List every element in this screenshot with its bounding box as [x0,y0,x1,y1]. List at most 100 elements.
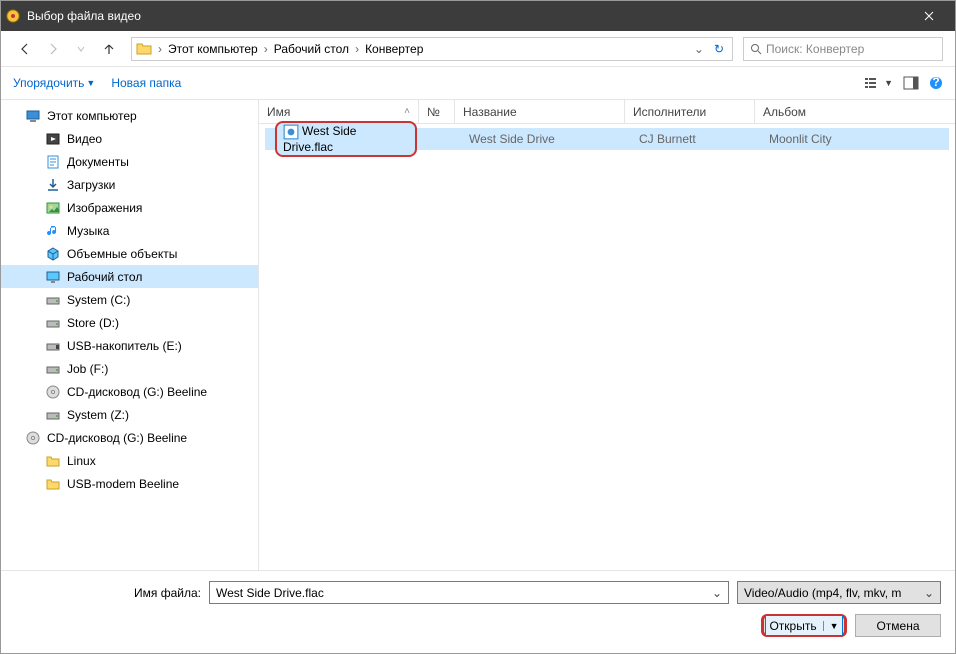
sort-icon: ˄ [404,106,410,117]
titlebar: Выбор файла видео [1,1,955,31]
tree-item-label: Store (D:) [67,316,119,330]
open-button[interactable]: Открыть▼ [761,614,847,637]
list-pane: Имя˄ № Название Исполнители Альбом West … [259,100,955,570]
tree-item[interactable]: Загрузки [1,173,258,196]
file-artist: CJ Burnett [631,132,761,146]
help-button[interactable]: ? [929,76,943,90]
tree-item[interactable]: CD-дисковод (G:) Beeline [1,380,258,403]
close-button[interactable] [906,1,951,31]
app-icon [5,8,21,24]
cd-icon [45,384,61,400]
breadcrumb-item[interactable]: Рабочий стол [270,42,353,56]
column-artist[interactable]: Исполнители [625,100,755,123]
tree-pane[interactable]: Этот компьютер Видео Документы Загрузки Изоб… [1,100,259,570]
tree-item-label: Музыка [67,224,109,238]
drive-icon [45,407,61,423]
tree-item[interactable]: Job (F:) [1,357,258,380]
tree-item[interactable]: Linux [1,449,258,472]
refresh-icon[interactable]: ↻ [710,42,728,56]
tree-item[interactable]: Объемные объекты [1,242,258,265]
tree-item-label: Linux [67,454,96,468]
tree-item[interactable]: Этот компьютер [1,104,258,127]
chevron-down-icon[interactable]: ⌄ [712,586,722,600]
music-icon [45,223,61,239]
svg-text:?: ? [932,76,939,89]
view-button[interactable]: ▼ [864,76,893,90]
cancel-button[interactable]: Отмена [855,614,941,637]
organize-button[interactable]: Упорядочить ▼ [13,76,95,90]
3d-icon [45,246,61,262]
breadcrumb-item[interactable]: Этот компьютер [164,42,262,56]
chevron-right-icon: › [262,42,270,56]
recent-button[interactable] [69,37,93,61]
tree-item[interactable]: Документы [1,150,258,173]
video-icon [45,131,61,147]
filename-label: Имя файла: [15,586,201,600]
drive-icon [45,315,61,331]
tree-item-label: Объемные объекты [67,247,177,261]
toolbar: Упорядочить ▼ Новая папка ▼ ? [1,67,955,99]
audio-file-icon [283,124,299,140]
tree-item[interactable]: Видео [1,127,258,150]
window-title: Выбор файла видео [27,9,906,23]
drive-icon [45,292,61,308]
cd-icon [25,430,41,446]
tree-item[interactable]: Изображения [1,196,258,219]
folder-icon [45,476,61,492]
tree-item-label: Изображения [67,201,142,215]
preview-pane-button[interactable] [903,76,919,90]
pc-icon [25,108,41,124]
tree-item-label: CD-дисковод (G:) Beeline [47,431,187,445]
breadcrumb-item[interactable]: Конвертер [361,42,427,56]
file-album: Moonlit City [761,132,949,146]
file-dialog: Выбор файла видео › Этот компьютер › Раб… [0,0,956,654]
tree-item[interactable]: CD-дисковод (G:) Beeline [1,426,258,449]
file-row[interactable]: West Side Drive.flac West Side Drive CJ … [265,128,949,150]
folder-icon [136,41,152,57]
filename-input[interactable]: West Side Drive.flac ⌄ [209,581,729,604]
column-album[interactable]: Альбом [755,100,955,123]
pictures-icon [45,200,61,216]
footer: Имя файла: West Side Drive.flac ⌄ Video/… [1,570,955,653]
tree-item[interactable]: Рабочий стол [1,265,258,288]
chevron-down-icon: ⌄ [924,586,934,600]
tree-item[interactable]: USB-modem Beeline [1,472,258,495]
tree-item[interactable]: USB-накопитель (E:) [1,334,258,357]
tree-item[interactable]: System (Z:) [1,403,258,426]
chevron-down-icon[interactable]: ⌄ [690,42,708,56]
tree-item-label: CD-дисковод (G:) Beeline [67,385,207,399]
column-name[interactable]: Имя˄ [259,100,419,123]
forward-button[interactable] [41,37,65,61]
search-input[interactable]: Поиск: Конвертер [743,37,943,61]
file-title: West Side Drive [461,132,631,146]
tree-item[interactable]: System (C:) [1,288,258,311]
tree-item-label: USB-modem Beeline [67,477,179,491]
usb-icon [45,338,61,354]
drive-icon [45,361,61,377]
tree-item[interactable]: Музыка [1,219,258,242]
tree-item-label: Видео [67,132,102,146]
folder-icon [45,453,61,469]
search-icon [750,43,762,55]
tree-item[interactable]: Store (D:) [1,311,258,334]
list-body[interactable]: West Side Drive.flac West Side Drive CJ … [259,124,955,570]
tree-item-label: Документы [67,155,129,169]
tree-item-label: USB-накопитель (E:) [67,339,182,353]
docs-icon [45,154,61,170]
tree-item-label: Job (F:) [67,362,108,376]
split-chevron-icon: ▼ [823,621,839,631]
tree-item-label: Этот компьютер [47,109,137,123]
up-button[interactable] [97,37,121,61]
tree-item-label: System (Z:) [67,408,129,422]
address-bar[interactable]: › Этот компьютер › Рабочий стол › Конвер… [131,37,733,61]
column-title[interactable]: Название [455,100,625,123]
desktop-icon [45,269,61,285]
new-folder-button[interactable]: Новая папка [111,76,181,90]
dialog-body: Этот компьютер Видео Документы Загрузки Изоб… [1,99,955,570]
chevron-right-icon: › [353,42,361,56]
back-button[interactable] [13,37,37,61]
column-number[interactable]: № [419,100,455,123]
tree-item-label: System (C:) [67,293,130,307]
search-placeholder: Поиск: Конвертер [766,42,864,56]
filetype-select[interactable]: Video/Audio (mp4, flv, mkv, m ⌄ [737,581,941,604]
